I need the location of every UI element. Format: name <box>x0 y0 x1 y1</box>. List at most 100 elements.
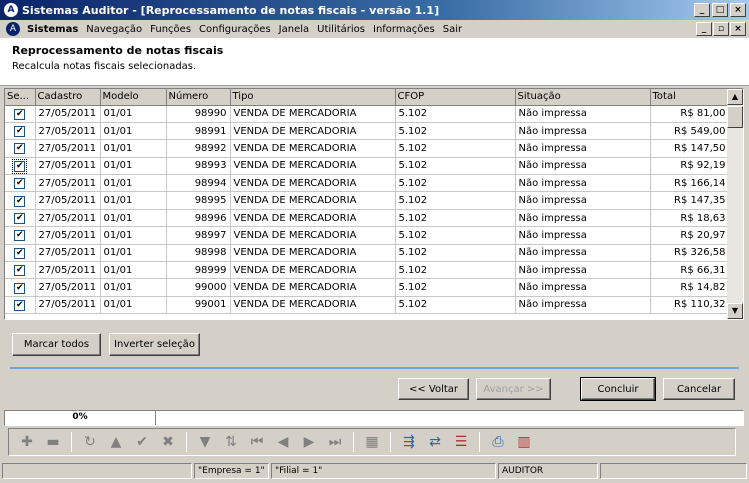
row-select-cell[interactable]: ✔ <box>5 278 36 297</box>
remove-icon[interactable]: ▬ <box>41 431 65 453</box>
refresh-icon[interactable]: ↻ <box>78 431 102 453</box>
next-icon[interactable]: ▶ <box>297 431 321 453</box>
row-select-cell[interactable]: ✔ <box>5 105 36 123</box>
calculator-icon[interactable]: ▦ <box>360 431 384 453</box>
table-row[interactable]: ✔ 27/05/2011 01/01 98993 VENDA DE MERCADORIA… <box>5 157 730 176</box>
row-select-cell[interactable]: ✔ <box>5 157 36 176</box>
row-checkbox[interactable]: ✔ <box>14 282 26 294</box>
row-select-cell[interactable]: ✔ <box>5 261 36 280</box>
col-header-situacao[interactable]: Situação <box>515 89 651 106</box>
table-row[interactable]: ✔ 27/05/2011 01/01 99001 VENDA DE MERCADORIA… <box>5 296 730 315</box>
minimize-button[interactable]: _ <box>694 3 710 17</box>
invoice-grid[interactable]: Se... Cadastro Modelo Número Tipo CFOP S… <box>4 88 744 320</box>
row-checkbox[interactable]: ✔ <box>14 108 26 120</box>
table-row[interactable]: ✔ 27/05/2011 01/01 98995 VENDA DE MERCADORIA… <box>5 191 730 210</box>
add-icon[interactable]: ✚ <box>15 431 39 453</box>
cell-modelo: 01/01 <box>100 157 167 176</box>
row-checkbox[interactable]: ✔ <box>14 143 26 155</box>
col-header-cfop[interactable]: CFOP <box>395 89 516 106</box>
cell-modelo: 01/01 <box>100 122 167 141</box>
cell-situacao: Não impressa <box>515 157 651 176</box>
page-title: Reprocessamento de notas fiscais <box>12 44 224 57</box>
confirm-icon[interactable]: ✔ <box>130 431 154 453</box>
print-icon[interactable]: ⎙ <box>486 431 510 453</box>
mdi-restore-button[interactable]: ▫ <box>713 22 729 36</box>
back-button[interactable]: << Voltar <box>398 378 469 400</box>
cancel-button[interactable]: Cancelar <box>663 378 735 400</box>
menu-utilitarios[interactable]: Utilitários <box>314 24 370 35</box>
mdi-close-button[interactable]: × <box>730 22 746 36</box>
sort-icon[interactable]: ⇅ <box>219 431 243 453</box>
menu-configuracoes[interactable]: Configurações <box>196 24 276 35</box>
table-row[interactable]: ✔ 27/05/2011 01/01 98997 VENDA DE MERCADORIA… <box>5 226 730 245</box>
table-row[interactable]: ✔ 27/05/2011 01/01 98999 VENDA DE MERCADORIA… <box>5 261 730 280</box>
import-icon[interactable]: ⇄ <box>423 431 447 453</box>
cell-total: R$ 66,31 <box>650 261 730 280</box>
table-row[interactable]: ✔ 27/05/2011 01/01 98992 VENDA DE MERCADORIA… <box>5 139 730 158</box>
table-row[interactable]: ✔ 27/05/2011 01/01 98998 VENDA DE MERCADORIA… <box>5 244 730 263</box>
table-row[interactable]: ✔ 27/05/2011 01/01 98996 VENDA DE MERCADORIA… <box>5 209 730 228</box>
menu-sair[interactable]: Sair <box>440 24 467 35</box>
toolbar-separator <box>479 432 480 452</box>
table-row[interactable]: ✔ 27/05/2011 01/01 98994 VENDA DE MERCADORIA… <box>5 174 730 193</box>
export-icon[interactable]: ⇶ <box>397 431 421 453</box>
scroll-up-button[interactable]: ▲ <box>727 89 743 105</box>
menu-janela[interactable]: Janela <box>276 24 314 35</box>
menu-navegacao[interactable]: Navegação <box>83 24 147 35</box>
mdi-minimize-button[interactable]: _ <box>696 22 712 36</box>
row-select-cell[interactable]: ✔ <box>5 122 36 141</box>
toolbar-separator <box>390 432 391 452</box>
report-icon[interactable]: ☰ <box>449 431 473 453</box>
last-icon[interactable]: ⏭ <box>323 431 347 453</box>
row-checkbox[interactable]: ✔ <box>14 126 26 138</box>
row-select-cell[interactable]: ✔ <box>5 226 36 245</box>
menu-funcoes[interactable]: Funções <box>147 24 196 35</box>
up-icon[interactable]: ▲ <box>104 431 128 453</box>
table-body: ✔ 27/05/2011 01/01 98990 VENDA DE MERCADORIA… <box>5 105 730 315</box>
row-select-cell[interactable]: ✔ <box>5 174 36 193</box>
scroll-thumb[interactable] <box>727 106 743 128</box>
table-row[interactable]: ✔ 27/05/2011 01/01 99000 VENDA DE MERCADORIA… <box>5 278 730 297</box>
first-icon[interactable]: ⏮ <box>245 431 269 453</box>
row-checkbox[interactable]: ✔ <box>14 299 26 311</box>
invert-selection-button[interactable]: Inverter seleção <box>109 333 200 356</box>
col-header-cadastro[interactable]: Cadastro <box>35 89 101 106</box>
row-checkbox[interactable]: ✔ <box>12 158 28 174</box>
menu-informacoes[interactable]: Informações <box>370 24 440 35</box>
finish-button[interactable]: Concluir <box>580 377 656 401</box>
row-checkbox[interactable]: ✔ <box>14 178 26 190</box>
col-header-modelo[interactable]: Modelo <box>100 89 167 106</box>
col-header-selecao[interactable]: Se... <box>5 89 36 106</box>
table-row[interactable]: ✔ 27/05/2011 01/01 98991 VENDA DE MERCADORIA… <box>5 122 730 141</box>
row-checkbox[interactable]: ✔ <box>14 195 26 207</box>
mark-all-button[interactable]: Marcar todos <box>12 333 101 356</box>
cell-situacao: Não impressa <box>515 122 651 141</box>
system-menu-icon[interactable]: A <box>6 22 20 36</box>
grid-scrollbar[interactable]: ▲ ▼ <box>727 89 743 319</box>
progress-label: 0% <box>72 412 88 422</box>
menu-sistemas[interactable]: Sistemas <box>24 24 83 35</box>
col-header-tipo[interactable]: Tipo <box>230 89 396 106</box>
cancel-icon[interactable]: ✖ <box>156 431 180 453</box>
col-header-total[interactable]: Total <box>650 89 730 106</box>
row-select-cell[interactable]: ✔ <box>5 139 36 158</box>
table-row[interactable]: ✔ 27/05/2011 01/01 98990 VENDA DE MERCADORIA… <box>5 105 730 123</box>
row-select-cell[interactable]: ✔ <box>5 244 36 263</box>
scroll-down-button[interactable]: ▼ <box>727 303 743 319</box>
cell-total: R$ 549,00 <box>650 122 730 141</box>
row-checkbox[interactable]: ✔ <box>14 265 26 277</box>
row-checkbox[interactable]: ✔ <box>14 230 26 242</box>
next-button[interactable]: Avançar >> <box>476 378 551 400</box>
row-checkbox[interactable]: ✔ <box>14 247 26 259</box>
col-header-numero[interactable]: Número <box>166 89 231 106</box>
row-select-cell[interactable]: ✔ <box>5 209 36 228</box>
close-button[interactable]: × <box>730 3 746 17</box>
chart-icon[interactable]: ▥ <box>512 431 536 453</box>
maximize-button[interactable]: □ <box>712 3 728 17</box>
row-select-cell[interactable]: ✔ <box>5 191 36 210</box>
prev-icon[interactable]: ◀ <box>271 431 295 453</box>
row-select-cell[interactable]: ✔ <box>5 296 36 315</box>
filter-icon[interactable]: ▼ <box>193 431 217 453</box>
cell-cadastro: 27/05/2011 <box>35 157 101 176</box>
row-checkbox[interactable]: ✔ <box>14 213 26 225</box>
